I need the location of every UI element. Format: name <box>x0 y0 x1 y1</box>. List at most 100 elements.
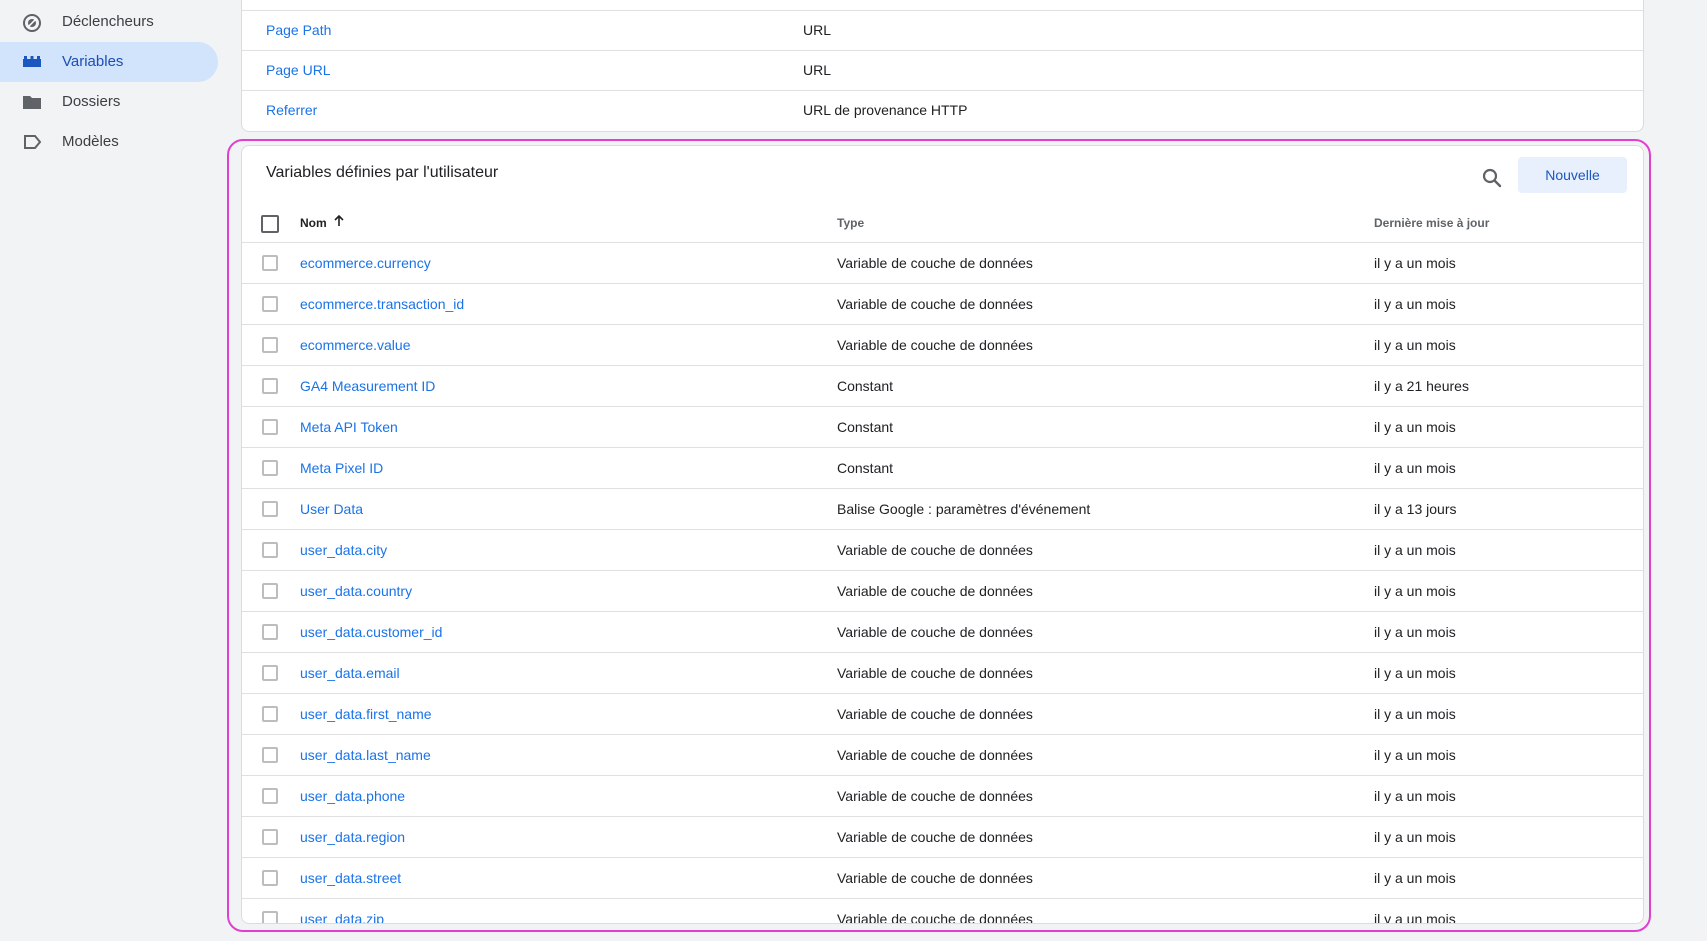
row-checkbox[interactable] <box>262 296 278 312</box>
table-row[interactable]: ecommerce.currency Variable de couche de … <box>242 242 1643 283</box>
variable-name-link[interactable]: user_data.city <box>300 542 387 558</box>
sidebar-item-triggers[interactable]: Déclencheurs <box>0 2 218 42</box>
variable-name-link[interactable]: user_data.customer_id <box>300 624 442 640</box>
table-row[interactable]: user_data.customer_id Variable de couche … <box>242 611 1643 652</box>
column-header-updated: Dernière mise à jour <box>1374 216 1490 230</box>
variable-type: Constant <box>837 378 894 394</box>
sidebar: Déclencheurs Variables Dossiers Modèles <box>0 0 220 941</box>
variable-type: Variable de couche de données <box>837 829 1033 845</box>
sidebar-item-variables[interactable]: Variables <box>0 42 218 82</box>
variable-type: Variable de couche de données <box>837 542 1033 558</box>
variable-updated: il y a un mois <box>1374 419 1456 435</box>
table-row[interactable]: Meta API Token Constant il y a un mois <box>242 406 1643 447</box>
variable-name-link[interactable]: ecommerce.currency <box>300 255 431 271</box>
variable-name-link[interactable]: ecommerce.value <box>300 337 411 353</box>
variable-name-link[interactable]: user_data.last_name <box>300 747 431 763</box>
sort-ascending-icon[interactable] <box>332 214 346 228</box>
table-row[interactable]: user_data.first_name Variable de couche d… <box>242 693 1643 734</box>
variable-name-link[interactable]: user_data.street <box>300 870 401 886</box>
table-row[interactable]: user_data.country Variable de couche de d… <box>242 570 1643 611</box>
variable-updated: il y a un mois <box>1374 706 1456 722</box>
table-row[interactable]: user_data.zip Variable de couche de donné… <box>242 898 1643 924</box>
variable-updated: il y a un mois <box>1374 583 1456 599</box>
variable-name-link[interactable]: Referrer <box>266 102 317 118</box>
row-checkbox[interactable] <box>262 665 278 681</box>
sidebar-item-label: Déclencheurs <box>62 13 154 30</box>
variable-type: URL <box>803 62 832 78</box>
variable-name-link[interactable]: user_data.country <box>300 583 412 599</box>
row-checkbox[interactable] <box>262 583 278 599</box>
row-checkbox[interactable] <box>262 870 278 886</box>
search-icon[interactable] <box>1478 164 1506 192</box>
new-variable-button[interactable]: Nouvelle <box>1518 157 1627 193</box>
table-row[interactable]: ecommerce.transaction_id Variable de couc… <box>242 283 1643 324</box>
table-row[interactable]: user_data.phone Variable de couche de don… <box>242 775 1643 816</box>
row-checkbox[interactable] <box>262 255 278 271</box>
row-checkbox[interactable] <box>262 460 278 476</box>
builtin-variables-card: Page Path URL Page URL URL Referrer URL … <box>241 0 1644 132</box>
variable-name-link[interactable]: Page Path <box>266 22 331 38</box>
templates-icon <box>22 133 42 151</box>
row-checkbox[interactable] <box>262 624 278 640</box>
variable-type: Balise Google : paramètres d'événement <box>837 501 1091 517</box>
column-header-name[interactable]: Nom <box>300 216 327 230</box>
row-checkbox[interactable] <box>262 419 278 435</box>
row-checkbox[interactable] <box>262 542 278 558</box>
row-checkbox[interactable] <box>262 501 278 517</box>
table-row[interactable]: ecommerce.value Variable de couche de don… <box>242 324 1643 365</box>
table-row[interactable]: user_data.city Variable de couche de donn… <box>242 529 1643 570</box>
row-checkbox[interactable] <box>262 337 278 353</box>
variable-name-link[interactable]: user_data.region <box>300 829 405 845</box>
select-all-checkbox[interactable] <box>261 215 279 233</box>
row-checkbox[interactable] <box>262 788 278 804</box>
variable-name-link[interactable]: user_data.email <box>300 665 400 681</box>
variable-updated: il y a 21 heures <box>1374 378 1469 394</box>
variable-type: Variable de couche de données <box>837 665 1033 681</box>
variable-name-link[interactable]: user_data.first_name <box>300 706 432 722</box>
table-row[interactable]: user_data.region Variable de couche de do… <box>242 816 1643 857</box>
column-header-type: Type <box>837 216 865 230</box>
table-row: Referrer URL de provenance HTTP <box>242 90 1643 131</box>
sidebar-item-folders[interactable]: Dossiers <box>0 82 218 122</box>
variable-name-link[interactable]: Meta API Token <box>300 419 398 435</box>
variable-type: Variable de couche de données <box>837 911 1033 924</box>
row-checkbox[interactable] <box>262 378 278 394</box>
row-checkbox[interactable] <box>262 706 278 722</box>
variable-type: Variable de couche de données <box>837 583 1033 599</box>
variable-updated: il y a un mois <box>1374 460 1456 476</box>
table-row[interactable]: user_data.last_name Variable de couche de… <box>242 734 1643 775</box>
variables-icon <box>22 53 42 71</box>
variable-name-link[interactable]: user_data.phone <box>300 788 405 804</box>
triggers-icon <box>22 13 42 32</box>
variable-name-link[interactable]: Meta Pixel ID <box>300 460 383 476</box>
sidebar-item-templates[interactable]: Modèles <box>0 122 218 162</box>
row-checkbox[interactable] <box>262 747 278 763</box>
sidebar-item-label: Variables <box>62 53 124 70</box>
row-checkbox[interactable] <box>262 911 278 923</box>
variable-name-link[interactable]: ecommerce.transaction_id <box>300 296 464 312</box>
variable-type: Variable de couche de données <box>837 706 1033 722</box>
variable-name-link[interactable]: GA4 Measurement ID <box>300 378 435 394</box>
table-row[interactable]: GA4 Measurement ID Constant il y a 21 heur… <box>242 365 1643 406</box>
table-row[interactable]: User Data Balise Google : paramètres d'év… <box>242 488 1643 529</box>
variable-name-link[interactable]: user_data.zip <box>300 911 384 923</box>
variable-updated: il y a un mois <box>1374 255 1456 271</box>
table-body: ecommerce.currency Variable de couche de … <box>242 242 1643 924</box>
variable-type: Variable de couche de données <box>837 870 1033 886</box>
variable-updated: il y a un mois <box>1374 829 1456 845</box>
sidebar-item-label: Dossiers <box>62 93 121 110</box>
table-row[interactable]: Meta Pixel ID Constant il y a un mois <box>242 447 1643 488</box>
variable-updated: il y a un mois <box>1374 624 1456 640</box>
variable-name-link[interactable]: User Data <box>300 501 363 517</box>
variable-name-link[interactable]: Page URL <box>266 62 331 78</box>
row-checkbox[interactable] <box>262 829 278 845</box>
variable-updated: il y a 13 jours <box>1374 501 1457 517</box>
variable-type: Variable de couche de données <box>837 255 1033 271</box>
variable-type: Variable de couche de données <box>837 337 1033 353</box>
table-row[interactable]: user_data.email Variable de couche de don… <box>242 652 1643 693</box>
variable-updated: il y a un mois <box>1374 788 1456 804</box>
variable-updated: il y a un mois <box>1374 665 1456 681</box>
variable-type: Variable de couche de données <box>837 624 1033 640</box>
table-row[interactable]: user_data.street Variable de couche de do… <box>242 857 1643 898</box>
variable-type: Variable de couche de données <box>837 747 1033 763</box>
